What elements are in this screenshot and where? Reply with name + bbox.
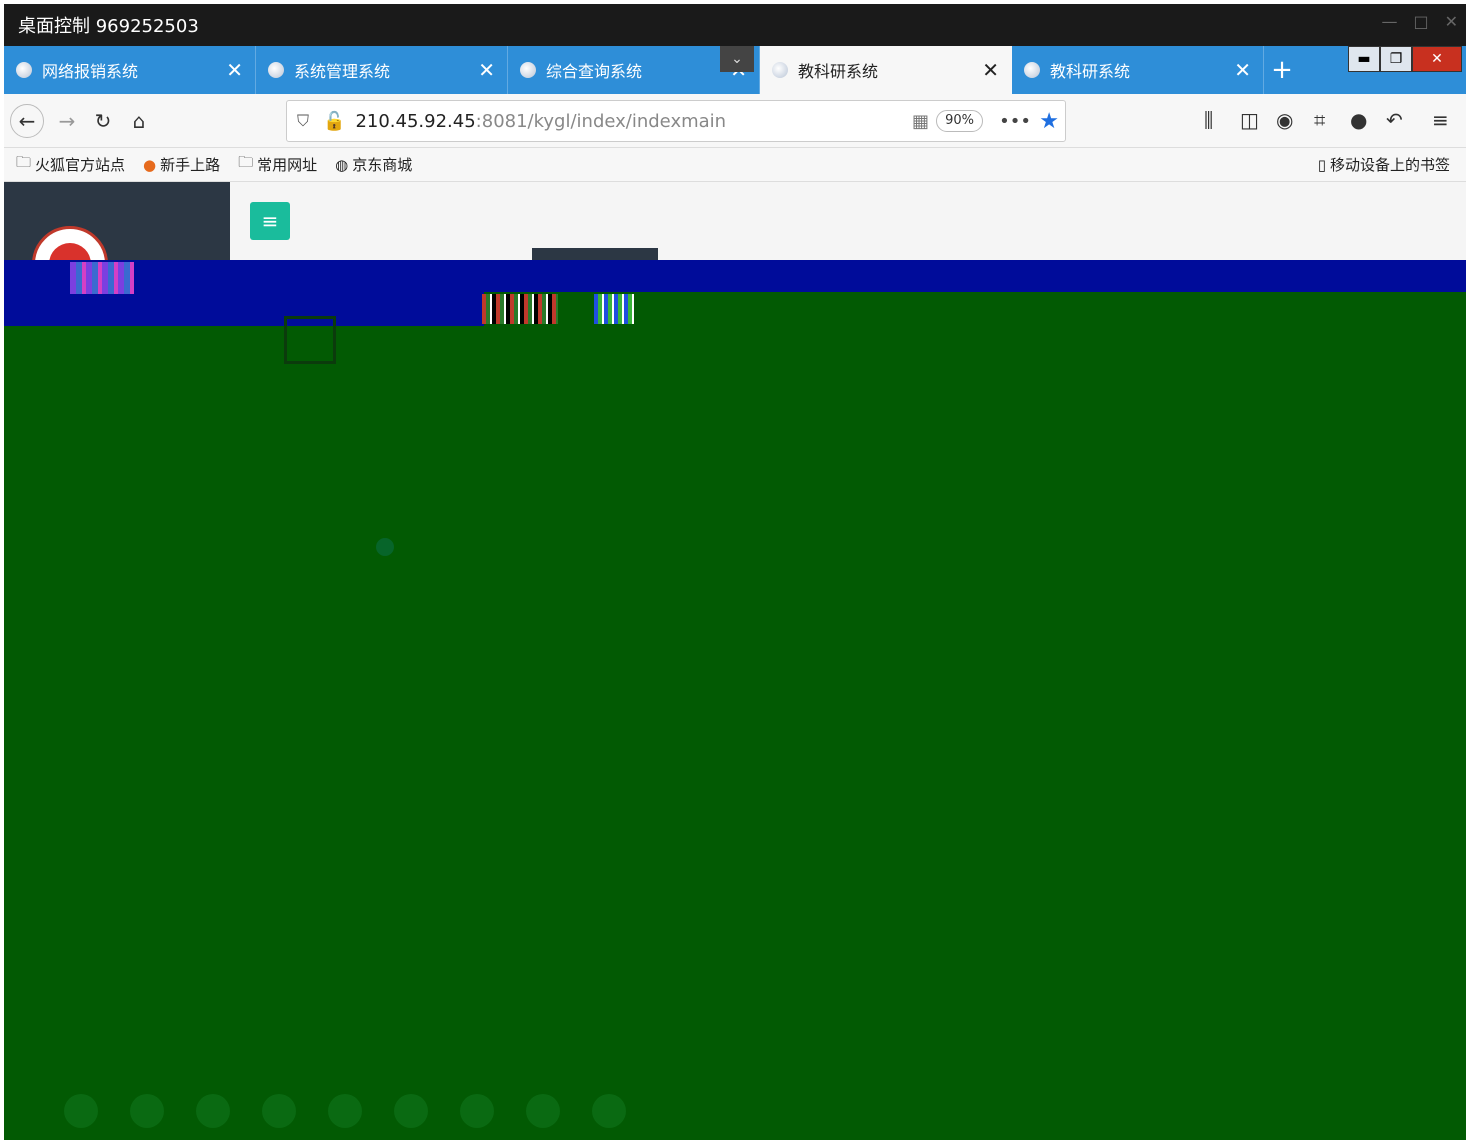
render-glitch-band [4, 260, 1466, 292]
minimize-button[interactable]: ▬ [1348, 46, 1380, 72]
render-glitch-noise [70, 262, 134, 294]
close-tab-icon[interactable]: ✕ [1234, 58, 1251, 82]
tab-3[interactable]: 教科研系统 ✕ [760, 46, 1012, 94]
taskbar-app-icon[interactable] [196, 1094, 230, 1128]
undo-icon[interactable]: ↶ [1386, 108, 1403, 132]
forward-button[interactable]: → [50, 104, 84, 138]
sidebar-icon[interactable]: ◫ [1240, 108, 1259, 132]
globe-icon [1024, 62, 1040, 78]
bookmark-item[interactable]: 🗀 常用网址 [238, 152, 317, 177]
taskbar-app-icon[interactable] [130, 1094, 164, 1128]
chat-icon[interactable]: ● [1350, 108, 1367, 132]
tab-label: 系统管理系统 [294, 62, 391, 81]
taskbar-app-icon[interactable] [526, 1094, 560, 1128]
faded-dot [376, 538, 394, 556]
globe-icon [268, 62, 284, 78]
restore-button[interactable]: ❐ [1380, 46, 1412, 72]
mobile-icon: ▯ [1317, 155, 1326, 174]
taskbar-app-icon[interactable] [394, 1094, 428, 1128]
close-tab-icon[interactable]: ✕ [226, 58, 243, 82]
new-tab-button[interactable]: + [1264, 46, 1300, 94]
folder-icon: 🗀 [16, 153, 32, 171]
bookmark-star-icon[interactable]: ★ [1039, 109, 1059, 134]
window-buttons: ▬ ❐ ✕ [1348, 46, 1462, 72]
tab-label: 综合查询系统 [546, 62, 643, 81]
close-tab-icon[interactable]: ✕ [982, 58, 999, 82]
bookmark-item[interactable]: 🗀 火狐官方站点 [16, 152, 125, 177]
close-window-button[interactable]: ✕ [1412, 46, 1462, 72]
faded-taskbar [64, 1082, 764, 1140]
chevron-down-icon[interactable]: ⌄ [720, 46, 754, 72]
reload-button[interactable]: ↻ [86, 104, 120, 138]
qr-code-icon[interactable]: ▦ [912, 111, 929, 132]
globe-icon: ◍ [335, 155, 349, 174]
render-glitch-area [4, 292, 1466, 1140]
bookmarks-bar: 🗀 火狐官方站点 ● 新手上路 🗀 常用网址 ◍ 京东商城 ▯ 移动设备上的书签 [4, 148, 1466, 182]
remote-window-controls: — □ ✕ [1381, 12, 1458, 31]
remote-desktop-window: 桌面控制 969252503 — □ ✕ 网络报销系统 ✕ 系统管理系统 ✕ 综… [0, 0, 1477, 1140]
menu-toggle-button[interactable]: ≡ [250, 202, 290, 240]
navigation-bar: ← → ↻ ⌂ ⛉ 🔓 210.45.92.45:8081/kygl/index… [4, 94, 1466, 148]
bookmark-item[interactable]: ● 新手上路 [143, 154, 220, 175]
render-glitch-noise [482, 294, 558, 324]
tab-0[interactable]: 网络报销系统 ✕ [4, 46, 256, 94]
screenshot-icon[interactable]: ⌗ [1314, 108, 1325, 132]
globe-icon [520, 62, 536, 78]
taskbar-app-icon[interactable] [328, 1094, 362, 1128]
taskbar-app-icon[interactable] [64, 1094, 98, 1128]
render-glitch-band [4, 292, 484, 326]
folder-icon: 🗀 [238, 153, 254, 171]
page-content: ≡ [4, 182, 1466, 1140]
bookmark-item[interactable]: ◍ 京东商城 [335, 154, 412, 175]
faded-box [284, 316, 336, 364]
shield-icon[interactable]: ⛉ [297, 111, 309, 131]
account-icon[interactable]: ◉ [1276, 108, 1293, 132]
tab-4[interactable]: 教科研系统 ✕ [1012, 46, 1264, 94]
firefox-icon: ● [143, 155, 157, 174]
close-icon[interactable]: ✕ [1445, 12, 1458, 31]
insecure-lock-icon[interactable]: 🔓 [323, 111, 345, 132]
globe-icon [772, 62, 788, 78]
taskbar-app-icon[interactable] [460, 1094, 494, 1128]
address-bar[interactable]: ⛉ 🔓 210.45.92.45:8081/kygl/index/indexma… [286, 100, 1066, 142]
globe-icon [16, 62, 32, 78]
tab-label: 网络报销系统 [42, 62, 139, 81]
tab-label: 教科研系统 [798, 62, 879, 81]
mobile-bookmarks[interactable]: ▯ 移动设备上的书签 [1318, 154, 1450, 175]
url-text[interactable]: 210.45.92.45:8081/kygl/index/indexmain [355, 111, 726, 132]
taskbar-app-icon[interactable] [592, 1094, 626, 1128]
render-glitch-noise [594, 294, 634, 324]
tab-label: 教科研系统 [1050, 62, 1131, 81]
home-button[interactable]: ⌂ [122, 104, 156, 138]
taskbar-app-icon[interactable] [262, 1094, 296, 1128]
more-actions-icon[interactable]: ••• [999, 111, 1031, 132]
back-button[interactable]: ← [10, 104, 44, 138]
tab-strip: 网络报销系统 ✕ 系统管理系统 ✕ 综合查询系统 ✕ 教科研系统 ✕ 教科研系统… [4, 46, 1466, 94]
remote-title-bar: 桌面控制 969252503 — □ ✕ [4, 4, 1466, 46]
remote-title: 桌面控制 969252503 [18, 16, 199, 37]
zoom-level[interactable]: 90% [936, 110, 983, 132]
maximize-icon[interactable]: □ [1413, 12, 1428, 31]
close-tab-icon[interactable]: ✕ [478, 58, 495, 82]
library-icon[interactable]: ⫼ [1204, 108, 1213, 132]
menu-icon[interactable]: ≡ [1432, 108, 1449, 132]
minimize-icon[interactable]: — [1381, 12, 1397, 31]
tab-1[interactable]: 系统管理系统 ✕ [256, 46, 508, 94]
